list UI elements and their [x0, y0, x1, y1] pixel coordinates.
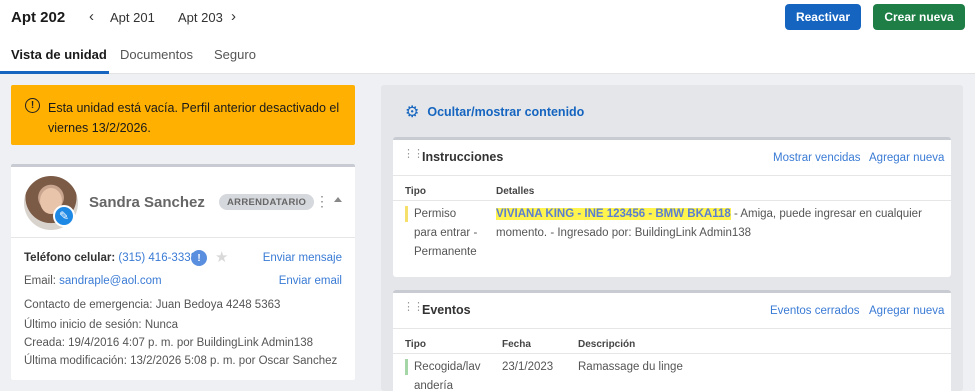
- next-unit-link[interactable]: Apt 203: [178, 10, 223, 25]
- event-date: 23/1/2023: [502, 361, 554, 373]
- modified-row: Última modificación: 13/2/2026 5:08 p. m…: [24, 355, 337, 367]
- toggle-content-button[interactable]: ⚙ Ocultar/mostrar contenido: [405, 102, 584, 122]
- tab-insurance[interactable]: Seguro: [214, 47, 256, 62]
- prev-unit-link[interactable]: Apt 201: [110, 10, 155, 25]
- event-accent: [405, 359, 408, 375]
- more-options-icon[interactable]: ⋮: [315, 193, 329, 210]
- emergency-label: Contacto de emergencia:: [24, 299, 153, 311]
- tab-unit-view[interactable]: Vista de unidad: [11, 47, 107, 62]
- gear-icon: ⚙: [405, 104, 420, 121]
- alert-message: Esta unidad está vacía. Perfil anterior …: [48, 101, 340, 135]
- event-type-line: Recogida/lav: [414, 361, 481, 373]
- instructions-title: Instrucciones: [422, 150, 504, 164]
- collapse-caret-icon[interactable]: [334, 197, 342, 202]
- email-row: Email: sandraple@aol.com: [24, 275, 162, 287]
- column-header-type: Tipo: [405, 339, 426, 350]
- chevron-left-icon[interactable]: ‹: [89, 8, 94, 25]
- instruction-accent: [405, 206, 408, 222]
- star-icon[interactable]: ★: [215, 248, 228, 266]
- tab-documents[interactable]: Documentos: [120, 47, 193, 62]
- tab-bar: Vista de unidad Documentos Seguro: [0, 36, 975, 74]
- create-new-button[interactable]: Crear nueva: [873, 4, 965, 30]
- instructions-header: ⋮⋮ Instrucciones Mostrar vencidas Agrega…: [393, 140, 951, 176]
- add-instruction-link[interactable]: Agregar nueva: [869, 152, 944, 164]
- instruction-type-line: Permiso: [414, 208, 457, 220]
- resident-name[interactable]: Sandra Sanchez: [89, 194, 205, 211]
- pencil-icon[interactable]: ✎: [53, 205, 75, 227]
- instructions-section: ⋮⋮ Instrucciones Mostrar vencidas Agrega…: [393, 137, 951, 277]
- table-header-divider: [393, 353, 951, 354]
- card-divider: [11, 237, 355, 238]
- instruction-highlight: VIVIANA KING - INE 123456 - BMW BKA118: [496, 208, 731, 220]
- events-section: ⋮⋮ Eventos Eventos cerrados Agregar nuev…: [393, 290, 951, 391]
- event-type: Recogida/lav andería: [414, 358, 496, 391]
- last-login-label: Último inicio de sesión:: [24, 319, 142, 331]
- email-link[interactable]: sandraple@aol.com: [59, 275, 161, 287]
- created-label: Creada:: [24, 337, 65, 349]
- instruction-details: VIVIANA KING - INE 123456 - BMW BKA118 -…: [496, 205, 936, 243]
- drag-handle-icon[interactable]: ⋮⋮: [403, 149, 424, 160]
- events-header: ⋮⋮ Eventos Eventos cerrados Agregar nuev…: [393, 293, 951, 329]
- column-header-type: Tipo: [405, 186, 426, 197]
- instruction-type: Permiso para entrar - Permanente: [414, 205, 494, 262]
- created-row: Creada: 19/4/2016 4:07 p. m. por Buildin…: [24, 337, 313, 349]
- emergency-value: Juan Bedoya 4248 5363: [155, 299, 281, 311]
- events-title: Eventos: [422, 303, 471, 317]
- instruction-details-rest: - Amiga, puede ingresar en cualquier: [730, 208, 922, 220]
- top-bar: Apt 202 ‹ Apt 201 Apt 203 › Reactivar Cr…: [0, 0, 975, 36]
- phone-row: Teléfono celular: (315) 416-3338: [24, 252, 197, 264]
- chevron-right-icon[interactable]: ›: [231, 8, 236, 25]
- add-event-link[interactable]: Agregar nueva: [869, 305, 944, 317]
- toggle-content-label: Ocultar/mostrar contenido: [427, 105, 585, 119]
- show-expired-link[interactable]: Mostrar vencidas: [773, 152, 861, 164]
- email-label: Email:: [24, 275, 56, 287]
- instruction-type-line: para entrar -: [414, 227, 478, 239]
- unit-details-panel: ⚙ Ocultar/mostrar contenido ⋮⋮ Instrucci…: [381, 85, 963, 391]
- reactivate-button[interactable]: Reactivar: [785, 4, 861, 30]
- unit-title: Apt 202: [11, 9, 66, 26]
- closed-events-link[interactable]: Eventos cerrados: [770, 305, 860, 317]
- resident-card: ✎ Sandra Sanchez ARRENDATARIO ⋮ Teléfono…: [11, 164, 355, 380]
- instruction-type-line: Permanente: [414, 246, 477, 258]
- drag-handle-icon[interactable]: ⋮⋮: [403, 302, 424, 313]
- verified-icon: !: [191, 250, 207, 266]
- phone-link[interactable]: (315) 416-3338: [118, 252, 197, 264]
- column-header-details: Detalles: [496, 186, 535, 197]
- instruction-details-line2: momento. - Ingresado por: BuildingLink A…: [496, 227, 752, 239]
- phone-label: Teléfono celular:: [24, 252, 116, 264]
- emergency-row: Contacto de emergencia: Juan Bedoya 4248…: [24, 299, 280, 311]
- warning-icon: !: [25, 98, 40, 113]
- instruction-details-line: VIVIANA KING - INE 123456 - BMW BKA118 -…: [496, 205, 936, 224]
- send-email-link[interactable]: Enviar email: [279, 275, 342, 287]
- last-login-value: Nunca: [144, 319, 179, 331]
- send-message-link[interactable]: Enviar mensaje: [263, 252, 342, 264]
- vacant-unit-alert: ! Esta unidad está vacía. Perfil anterio…: [11, 85, 355, 145]
- table-header-divider: [393, 200, 951, 201]
- event-type-line: andería: [414, 380, 454, 391]
- column-header-date: Fecha: [502, 339, 531, 350]
- modified-value: 13/2/2026 5:08 p. m. por Oscar Sanchez: [130, 355, 338, 367]
- role-badge: ARRENDATARIO: [219, 194, 315, 210]
- last-login-row: Último inicio de sesión: Nunca: [24, 319, 178, 331]
- modified-label: Última modificación:: [24, 355, 127, 367]
- event-description: Ramassage du linge: [578, 361, 683, 373]
- column-header-description: Descripción: [578, 339, 636, 350]
- created-value: 19/4/2016 4:07 p. m. por BuildingLink Ad…: [68, 337, 313, 349]
